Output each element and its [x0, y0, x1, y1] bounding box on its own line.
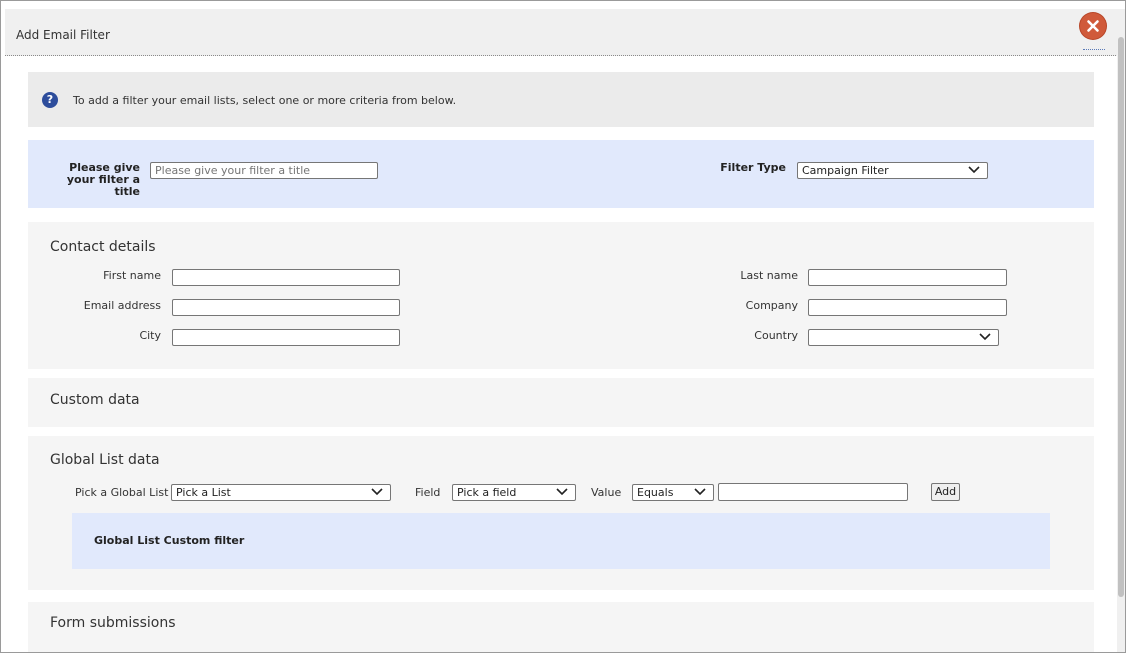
contact-details-heading: Contact details: [50, 239, 156, 255]
chevron-down-icon: [968, 166, 980, 174]
custom-data-panel[interactable]: Custom data: [28, 378, 1094, 427]
last-name-label: Last name: [740, 269, 798, 282]
email-address-label: Email address: [83, 299, 161, 312]
global-list-custom-filter[interactable]: Global List Custom filter: [72, 513, 1050, 569]
add-button[interactable]: Add: [931, 483, 960, 501]
custom-filter-label: Global List Custom filter: [94, 534, 245, 547]
filter-type-label: Filter Type: [720, 161, 786, 174]
email-address-input[interactable]: [172, 299, 400, 316]
global-list-panel: Global List data Pick a Global List Pick…: [28, 436, 1094, 590]
scrollbar-thumb[interactable]: [1118, 37, 1124, 597]
company-input[interactable]: [808, 299, 1007, 316]
dialog-titlebar: Add Email Filter: [5, 9, 1118, 56]
close-button[interactable]: [1080, 13, 1106, 39]
close-link-underline: [1083, 45, 1105, 50]
info-text: To add a filter your email lists, select…: [73, 94, 457, 107]
form-submissions-heading: Form submissions: [50, 615, 176, 631]
form-submissions-panel[interactable]: Form submissions: [28, 602, 1094, 652]
global-list-value: Pick a List: [176, 486, 231, 499]
company-label: Company: [745, 299, 798, 312]
operator-value: Equals: [637, 486, 674, 499]
operator-select[interactable]: Equals: [632, 484, 714, 501]
filter-settings-panel: Please give your filter a title Filter T…: [28, 140, 1094, 208]
chevron-down-icon: [556, 488, 568, 496]
filter-type-value: Campaign Filter: [802, 164, 889, 177]
contact-details-panel: Contact details First name Email address…: [28, 222, 1094, 369]
last-name-input[interactable]: [808, 269, 1007, 286]
global-list-heading: Global List data: [50, 452, 160, 468]
field-value: Pick a field: [457, 486, 517, 499]
filter-title-input[interactable]: [150, 162, 378, 179]
value-input[interactable]: [718, 483, 908, 501]
add-email-filter-dialog: Add Email Filter ? To add a filter your …: [0, 0, 1126, 653]
city-input[interactable]: [172, 329, 400, 346]
city-label: City: [139, 329, 161, 342]
country-label: Country: [754, 329, 798, 342]
pick-global-list-label: Pick a Global List: [75, 486, 169, 499]
country-select[interactable]: [808, 329, 999, 346]
close-icon: [1087, 20, 1099, 32]
filter-title-label: Please give your filter a title: [66, 161, 140, 198]
first-name-label: First name: [103, 269, 161, 282]
value-label: Value: [591, 486, 622, 499]
help-icon: ?: [42, 92, 58, 108]
first-name-input[interactable]: [172, 269, 400, 286]
chevron-down-icon: [694, 488, 706, 496]
field-label: Field: [415, 486, 441, 499]
info-bar: ? To add a filter your email lists, sele…: [28, 72, 1094, 127]
field-select[interactable]: Pick a field: [452, 484, 576, 501]
custom-data-heading: Custom data: [50, 392, 140, 408]
dialog-title: Add Email Filter: [16, 28, 110, 42]
chevron-down-icon: [371, 488, 383, 496]
filter-type-select[interactable]: Campaign Filter: [797, 162, 988, 179]
global-list-select[interactable]: Pick a List: [171, 484, 391, 501]
chevron-down-icon: [979, 333, 991, 341]
